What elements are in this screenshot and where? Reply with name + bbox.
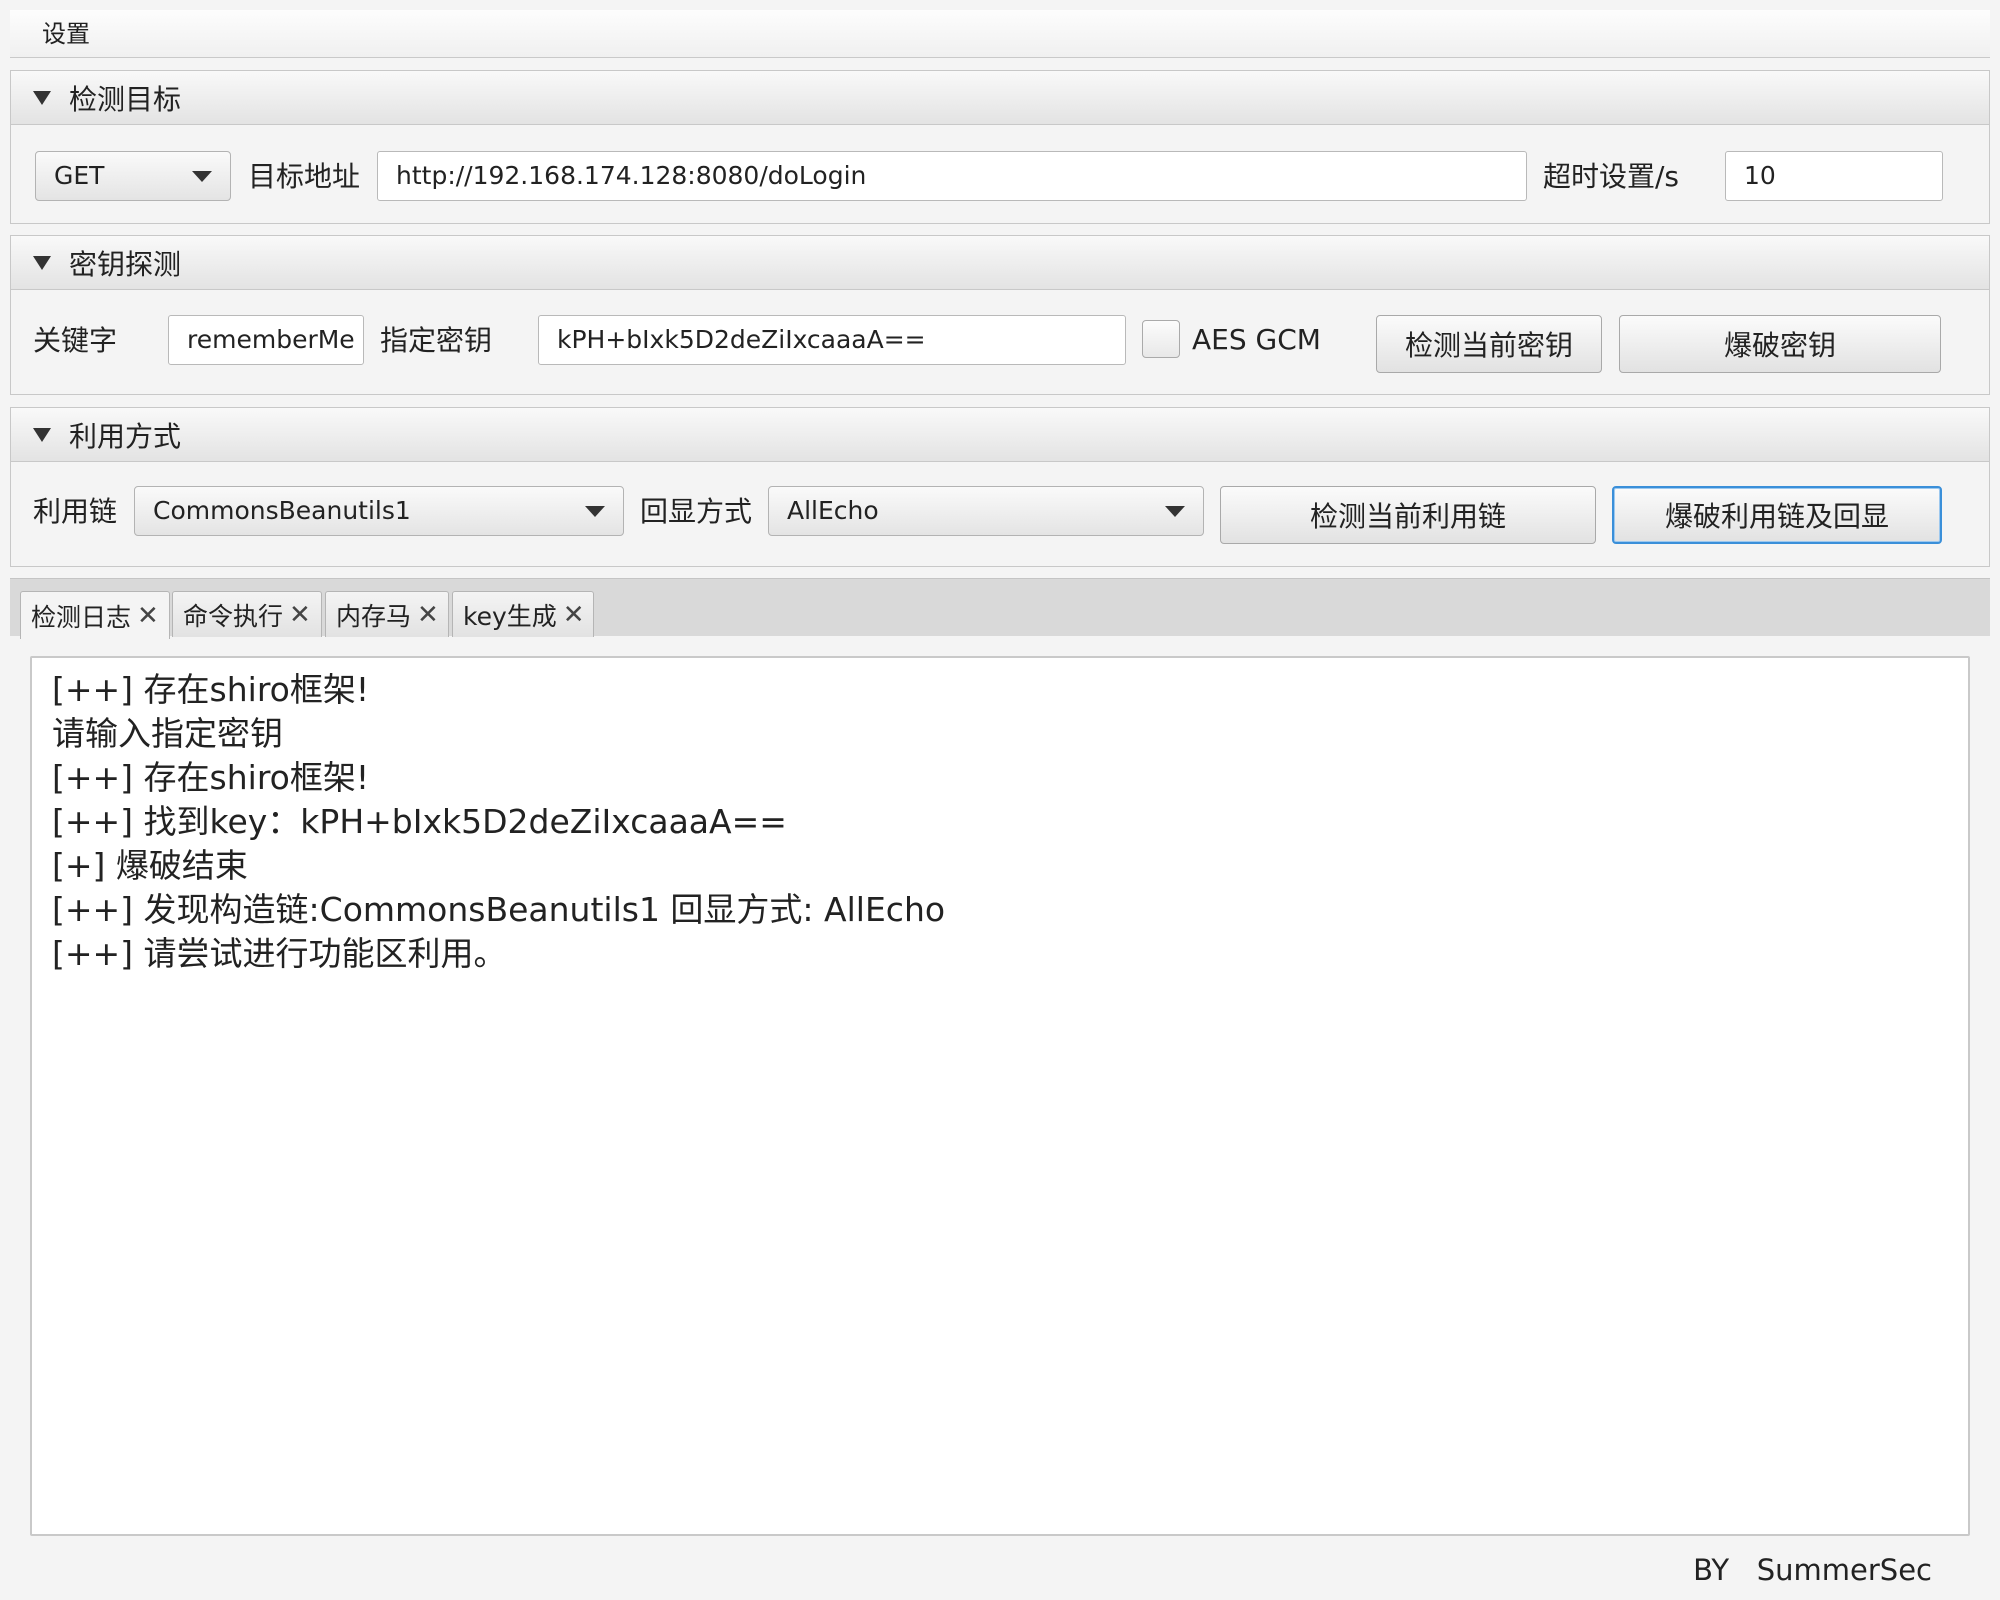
chain-select[interactable]: CommonsBeanutils1 <box>134 486 624 536</box>
echo-select-value: AllEcho <box>787 496 879 525</box>
exploit-pane-header[interactable]: 利用方式 <box>11 408 1989 462</box>
brute-key-button[interactable]: 爆破密钥 <box>1619 315 1941 373</box>
close-icon[interactable]: ✕ <box>289 600 311 630</box>
tab-key-gen[interactable]: key生成 ✕ <box>452 591 594 637</box>
menu-settings[interactable]: 设置 <box>10 10 122 58</box>
tab-label: 检测日志 <box>31 602 132 632</box>
menu-bar: 设置 <box>10 10 1990 58</box>
tab-command-exec[interactable]: 命令执行 ✕ <box>172 591 322 637</box>
collapse-triangle-icon[interactable] <box>33 90 51 105</box>
close-icon[interactable]: ✕ <box>137 601 159 631</box>
keyword-label: 关键字 <box>33 324 118 357</box>
tab-label: 命令执行 <box>183 601 284 631</box>
app-window: 设置 检测目标 GET 目标地址 http://192.168.174.128:… <box>0 0 2000 1600</box>
log-line: [++] 请尝试进行功能区利用。 <box>52 934 507 973</box>
log-line: [++] 存在shiro框架! <box>52 670 370 709</box>
url-label: 目标地址 <box>248 160 361 193</box>
close-icon[interactable]: ✕ <box>563 600 585 630</box>
method-select[interactable]: GET <box>35 151 231 201</box>
author-credit: BY SummerSec <box>1693 1553 1932 1587</box>
log-line: 请输入指定密钥 <box>52 714 283 753</box>
target-pane-title: 检测目标 <box>69 82 182 116</box>
tab-label: 内存马 <box>336 601 412 631</box>
collapse-triangle-icon[interactable] <box>33 255 51 270</box>
aes-gcm-label: AES GCM <box>1192 323 1321 356</box>
timeout-input[interactable]: 10 <box>1725 151 1943 201</box>
tab-label: key生成 <box>463 601 557 631</box>
log-line: [+] 爆破结束 <box>52 846 248 885</box>
tab-bar: 检测日志 ✕ 命令执行 ✕ 内存马 ✕ key生成 ✕ <box>10 578 1990 639</box>
echo-select[interactable]: AllEcho <box>768 486 1204 536</box>
tab-detect-log[interactable]: 检测日志 ✕ <box>20 591 170 639</box>
aes-gcm-checkbox[interactable] <box>1142 320 1180 358</box>
chain-select-value: CommonsBeanutils1 <box>153 496 411 525</box>
echo-label: 回显方式 <box>640 495 753 528</box>
detect-chain-button[interactable]: 检测当前利用链 <box>1220 486 1596 544</box>
key-pane-title: 密钥探测 <box>69 247 182 281</box>
tab-memshell[interactable]: 内存马 ✕ <box>325 591 449 637</box>
log-line: [++] 存在shiro框架! <box>52 758 370 797</box>
brute-chain-button[interactable]: 爆破利用链及回显 <box>1612 486 1942 544</box>
key-input[interactable]: kPH+bIxk5D2deZiIxcaaaA== <box>538 315 1126 365</box>
chevron-down-icon <box>585 505 605 517</box>
keyword-input[interactable]: rememberMe <box>168 315 364 365</box>
key-pane-header[interactable]: 密钥探测 <box>11 236 1989 290</box>
url-input[interactable]: http://192.168.174.128:8080/doLogin <box>377 151 1527 201</box>
target-pane-header[interactable]: 检测目标 <box>11 71 1989 125</box>
chain-label: 利用链 <box>33 495 118 528</box>
log-line: [++] 找到key：kPH+bIxk5D2deZiIxcaaaA== <box>52 802 787 841</box>
detect-key-button[interactable]: 检测当前密钥 <box>1376 315 1602 373</box>
chevron-down-icon <box>1165 505 1185 517</box>
log-textarea[interactable]: [++] 存在shiro框架! 请输入指定密钥 [++] 存在shiro框架! … <box>30 656 1970 1536</box>
close-icon[interactable]: ✕ <box>417 600 439 630</box>
collapse-triangle-icon[interactable] <box>33 427 51 442</box>
log-line: [++] 发现构造链:CommonsBeanutils1 回显方式: AllEc… <box>52 890 946 929</box>
exploit-pane-title: 利用方式 <box>69 419 182 453</box>
key-label: 指定密钥 <box>380 324 493 357</box>
timeout-label: 超时设置/s <box>1543 160 1680 193</box>
chevron-down-icon <box>192 170 212 182</box>
method-select-value: GET <box>54 161 105 190</box>
